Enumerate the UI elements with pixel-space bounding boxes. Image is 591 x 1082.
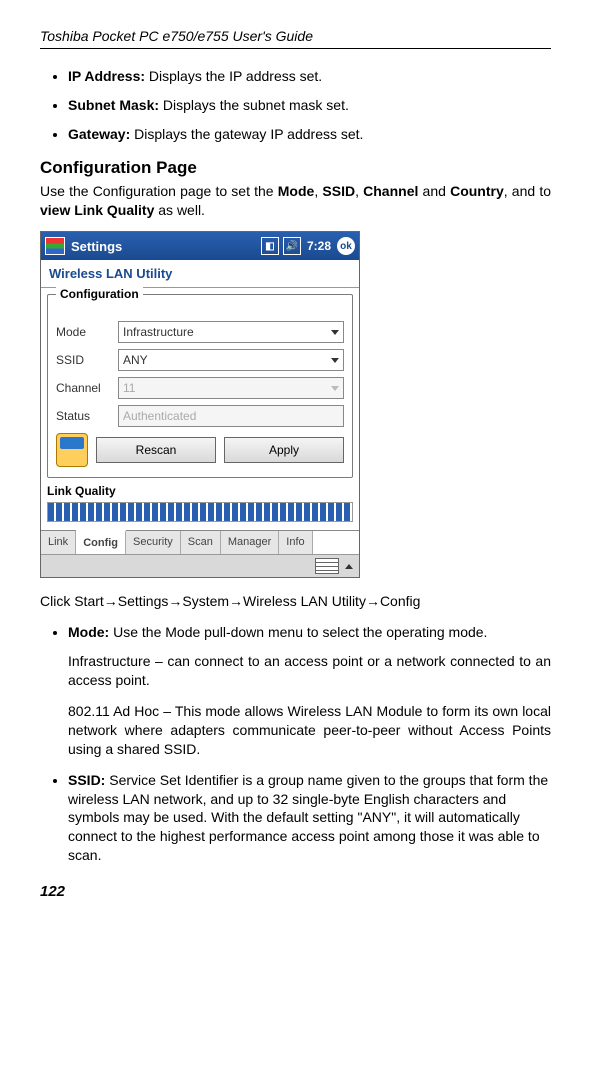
bullet-subnet-text: Displays the subnet mask set. (159, 97, 349, 113)
mode-dropdown[interactable]: Infrastructure (118, 321, 344, 343)
mode-value: Infrastructure (123, 325, 194, 339)
row-mode: Mode Infrastructure (56, 321, 344, 343)
ssid-value: ANY (123, 353, 148, 367)
clock: 7:28 (307, 239, 331, 253)
bullet-subnet-term: Subnet Mask: (68, 97, 159, 113)
status-field: Authenticated (118, 405, 344, 427)
bullet-mode-term: Mode: (68, 624, 109, 640)
tab-manager[interactable]: Manager (221, 531, 279, 554)
config-group: Configuration Mode Infrastructure SSID A… (47, 294, 353, 478)
label-status: Status (56, 409, 118, 423)
bullet-gateway-term: Gateway: (68, 126, 130, 142)
ssid-dropdown[interactable]: ANY (118, 349, 344, 371)
link-quality-label: Link Quality (47, 484, 353, 498)
section-title: Configuration Page (40, 158, 551, 178)
intro-c: , (355, 183, 363, 199)
window-titlebar: Settings ◧ 🔊 7:28 ok (41, 232, 359, 260)
chevron-down-icon (331, 358, 339, 363)
bullet-mode-text: Use the Mode pull-down menu to select th… (109, 624, 487, 640)
button-row: Rescan Apply (56, 433, 344, 467)
page-number: 122 (40, 883, 551, 900)
page-header: Toshiba Pocket PC e750/e755 User's Guide (40, 28, 551, 49)
section-intro: Use the Configuration page to set the Mo… (40, 182, 551, 220)
utility-title: Wireless LAN Utility (41, 260, 359, 288)
intro-ssid: SSID (322, 183, 355, 199)
chevron-down-icon (331, 330, 339, 335)
bullet-ip-term: IP Address: (68, 68, 145, 84)
intro-country: Country (450, 183, 504, 199)
tab-info[interactable]: Info (279, 531, 312, 554)
apply-button[interactable]: Apply (224, 437, 344, 463)
channel-value: 11 (123, 381, 135, 395)
bullet-ssid-text: Service Set Identifier is a group name g… (68, 772, 548, 864)
signal-icon[interactable]: ◧ (261, 237, 279, 255)
screenshot-inset: Settings ◧ 🔊 7:28 ok Wireless LAN Utilit… (40, 231, 360, 578)
tab-scan[interactable]: Scan (181, 531, 221, 554)
window-title: Settings (71, 239, 257, 254)
bullet-ssid-term: SSID: (68, 772, 105, 788)
row-ssid: SSID ANY (56, 349, 344, 371)
mode-para-2: 802.11 Ad Hoc – This mode allows Wireles… (68, 702, 551, 759)
status-value: Authenticated (123, 409, 196, 423)
label-mode: Mode (56, 325, 118, 339)
intro-f: as well. (154, 202, 205, 218)
bullet-gateway: Gateway: Displays the gateway IP address… (68, 125, 551, 144)
top-bullet-list: IP Address: Displays the IP address set.… (40, 67, 551, 144)
sip-caret-icon[interactable] (345, 564, 353, 569)
intro-d: and (418, 183, 450, 199)
tab-bar: Link Config Security Scan Manager Info (41, 530, 359, 554)
speaker-icon[interactable]: 🔊 (283, 237, 301, 255)
nav-path: Click Start→Settings→System→Wireless LAN… (40, 592, 551, 611)
label-channel: Channel (56, 381, 118, 395)
row-status: Status Authenticated (56, 405, 344, 427)
intro-mode: Mode (278, 183, 315, 199)
intro-e: , and to (504, 183, 551, 199)
rescan-button[interactable]: Rescan (96, 437, 216, 463)
bullet-ip-text: Displays the IP address set. (145, 68, 322, 84)
link-quality-bar (47, 502, 353, 522)
start-flag-icon[interactable] (45, 237, 65, 255)
tab-security[interactable]: Security (126, 531, 181, 554)
bullet-ip: IP Address: Displays the IP address set. (68, 67, 551, 86)
bottom-bullet-list: Mode: Use the Mode pull-down menu to sel… (40, 623, 551, 865)
sip-bar (41, 554, 359, 577)
label-ssid: SSID (56, 353, 118, 367)
keyboard-icon[interactable] (315, 558, 339, 574)
bullet-mode: Mode: Use the Mode pull-down menu to sel… (68, 623, 551, 758)
intro-a: Use the Configuration page to set the (40, 183, 278, 199)
intro-channel: Channel (363, 183, 418, 199)
device-icon (56, 433, 88, 467)
row-channel: Channel 11 (56, 377, 344, 399)
bullet-gateway-text: Displays the gateway IP address set. (130, 126, 363, 142)
group-legend: Configuration (56, 287, 143, 301)
ok-button[interactable]: ok (337, 237, 355, 255)
bullet-ssid-desc: SSID: Service Set Identifier is a group … (68, 771, 551, 865)
intro-vlq: view Link Quality (40, 202, 154, 218)
mode-para-1: Infrastructure – can connect to an acces… (68, 652, 551, 690)
tab-config[interactable]: Config (76, 530, 126, 554)
channel-dropdown: 11 (118, 377, 344, 399)
tab-link[interactable]: Link (41, 531, 76, 554)
chevron-down-icon (331, 386, 339, 391)
bullet-subnet: Subnet Mask: Displays the subnet mask se… (68, 96, 551, 115)
